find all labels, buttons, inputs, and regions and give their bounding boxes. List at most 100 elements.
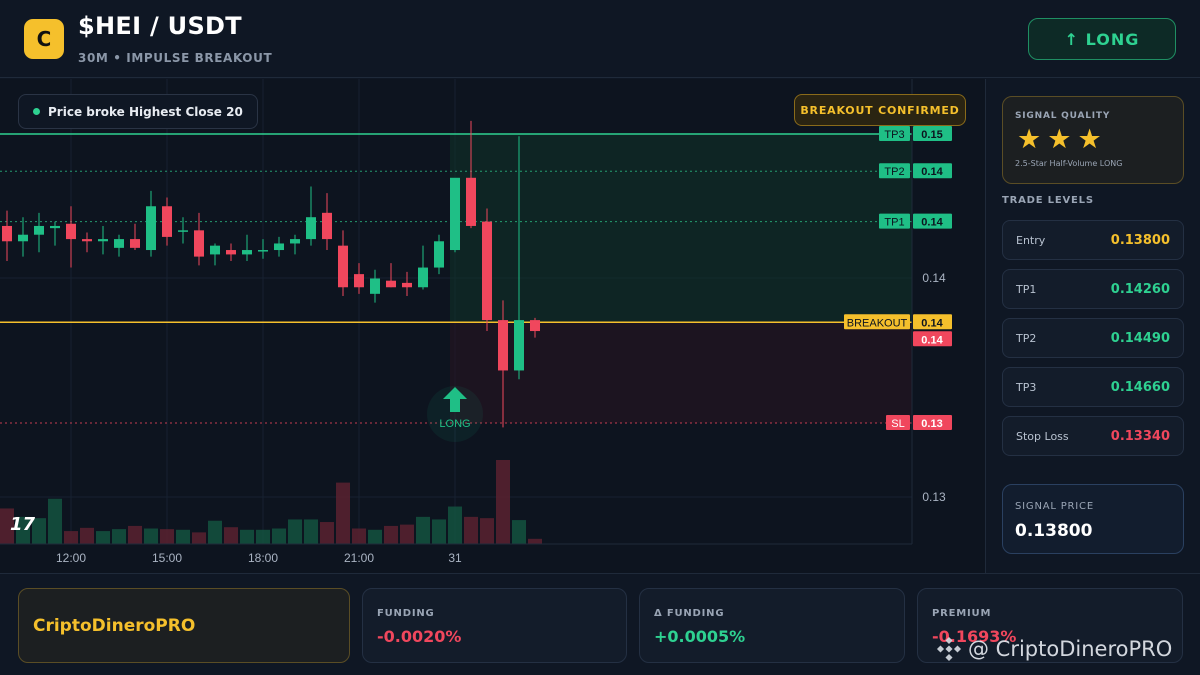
candle-body: [450, 177, 460, 251]
binance-logo-icon: [936, 636, 962, 662]
level-label: Entry: [1016, 233, 1046, 247]
premium-label: PREMIUM: [932, 608, 992, 619]
long-marker-label: LONG: [439, 418, 470, 430]
volume-bar: [128, 525, 142, 544]
candle-body: [66, 223, 76, 240]
level-stop-loss: Stop Loss 0.13340: [1002, 416, 1184, 456]
volume-bar: [192, 532, 206, 544]
status-dot-icon: [33, 108, 40, 115]
volume-bar: [176, 529, 190, 544]
long-button[interactable]: ↑ LONG: [1028, 18, 1176, 60]
brand-card: CriptoDineroPRO: [18, 588, 350, 663]
volume-bar: [48, 498, 62, 544]
candle-body: [306, 217, 316, 240]
level-tag-name: TP2: [884, 166, 904, 178]
volume-bar: [528, 538, 542, 544]
delta-funding-card: Δ FUNDING +0.0005%: [639, 588, 905, 663]
trade-levels-title: TRADE LEVELS: [1002, 195, 1094, 206]
level-tag-value: 0.14: [921, 166, 943, 178]
level-tag-name: SL: [891, 418, 904, 430]
price-axis-label: 0.13: [922, 490, 946, 504]
funding-label: FUNDING: [377, 608, 435, 619]
level-label: TP1: [1016, 282, 1037, 296]
candle-body: [322, 212, 332, 240]
time-axis-label: 18:00: [248, 551, 278, 565]
signal-price-value: 0.13800: [1015, 521, 1093, 541]
breakout-note: Price broke Highest Close 20: [18, 94, 258, 129]
level-tag-name: TP3: [884, 129, 904, 141]
signal-quality-title: SIGNAL QUALITY: [1015, 111, 1111, 121]
candle-body: [498, 320, 508, 371]
level-tp1: TP1 0.14260: [1002, 269, 1184, 309]
level-tag-value: 0.14: [921, 217, 943, 229]
volume-bar: [496, 460, 510, 544]
level-tag-value: 0.14: [921, 317, 943, 329]
signal-panel: SIGNAL QUALITY ★ ★ ★ 2.5-Star Half-Volum…: [987, 79, 1200, 573]
candle-body: [226, 250, 236, 255]
candle-body: [130, 239, 140, 248]
candle-body: [242, 250, 252, 255]
volume-bar: [352, 528, 366, 544]
tradingview-logo: 17: [10, 514, 36, 535]
volume-bar: [160, 529, 174, 544]
breakout-note-text: Price broke Highest Close 20: [48, 104, 243, 119]
volume-bar: [320, 522, 334, 544]
level-label: TP2: [1016, 331, 1037, 345]
volume-bar: [240, 529, 254, 544]
volume-bar: [208, 520, 222, 544]
exchange-logo: C: [24, 19, 64, 59]
candle-body: [434, 241, 444, 268]
volume-bar: [224, 527, 238, 544]
time-axis-label: 31: [448, 551, 462, 565]
candle-body: [82, 239, 92, 242]
level-label: Stop Loss: [1016, 429, 1069, 443]
candle-body: [114, 239, 124, 248]
price-axis-label: 0.14: [922, 271, 946, 285]
candle-body: [18, 234, 28, 242]
candle-body: [514, 320, 524, 371]
candle-body: [274, 243, 284, 251]
level-value: 0.14260: [1110, 281, 1170, 297]
star-icon: ★: [1047, 124, 1072, 155]
level-tag-value: 0.13: [921, 418, 942, 430]
volume-bar: [112, 529, 126, 544]
volume-bar: [144, 528, 158, 544]
level-label: TP3: [1016, 380, 1037, 394]
candle-body: [466, 177, 476, 226]
star-icon: ★: [1077, 124, 1102, 155]
price-chart[interactable]: LONG 12:00 15:00 18:00 21:00 31 0.14 0.13 TP3 0.1…: [0, 79, 986, 573]
volume-bar: [96, 531, 110, 544]
level-tag-name: BREAKOUT: [847, 317, 908, 329]
candle-body: [162, 206, 172, 237]
candle-body: [34, 225, 44, 235]
time-axis-label: 21:00: [344, 551, 374, 565]
candle-body: [2, 225, 12, 242]
volume-bar: [384, 525, 398, 544]
signal-quality-desc: 2.5-Star Half-Volume LONG: [1015, 159, 1123, 168]
candle-body: [50, 225, 60, 229]
star-icon: ★: [1017, 124, 1042, 155]
rating-stars: ★ ★ ★: [1017, 125, 1102, 155]
time-axis-label: 15:00: [152, 551, 182, 565]
header: C $HEI / USDT 30M • IMPULSE BREAKOUT ↑ L…: [0, 0, 1200, 78]
candle-body: [194, 230, 204, 257]
watermark-text: @ CriptoDineroPRO: [968, 637, 1173, 661]
pair-title: $HEI / USDT: [78, 12, 242, 40]
level-tp3: TP3 0.14660: [1002, 367, 1184, 407]
pair-subtitle: 30M • IMPULSE BREAKOUT: [78, 51, 273, 65]
chart-canvas[interactable]: LONG 12:00 15:00 18:00 21:00 31 0.14 0.13 TP3 0.1…: [0, 79, 986, 573]
funding-value: -0.0020%: [377, 627, 462, 646]
level-tag-name: TP1: [884, 217, 904, 229]
watermark: @ CriptoDineroPRO: [936, 636, 1172, 662]
time-axis-label: 12:00: [56, 551, 86, 565]
signal-price-label: SIGNAL PRICE: [1015, 501, 1094, 512]
candle-body: [258, 250, 268, 252]
funding-card: FUNDING -0.0020%: [362, 588, 627, 663]
candle-body: [530, 320, 540, 332]
candle-body: [386, 280, 396, 288]
delta-funding-value: +0.0005%: [654, 627, 746, 646]
volume-bar: [512, 520, 526, 544]
volume-bar: [448, 506, 462, 544]
volume-bar: [304, 519, 318, 544]
volume-bar: [288, 519, 302, 544]
